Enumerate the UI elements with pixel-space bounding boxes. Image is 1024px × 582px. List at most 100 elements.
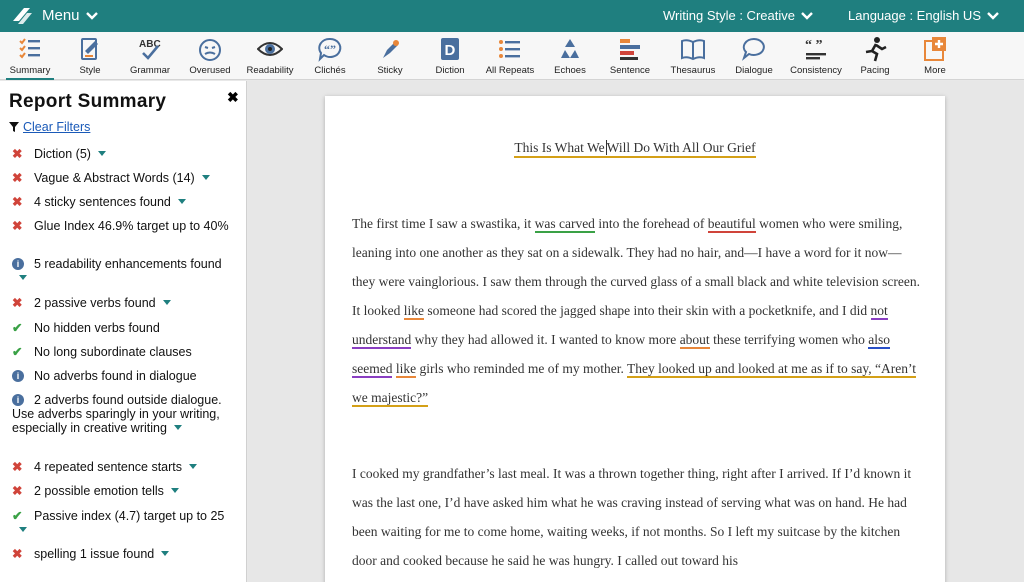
check-icon: ✔ [12,345,23,359]
language-dropdown[interactable]: Language : English US [848,8,999,23]
report-item[interactable]: ✖ Vague & Abstract Words (14) [12,171,234,185]
tool-label: Pacing [860,65,890,76]
info-icon: i [12,258,24,270]
report-item[interactable]: ✔ No long subordinate clauses [12,345,234,359]
report-item[interactable]: ✔ No hidden verbs found [12,321,234,335]
menu-button[interactable]: Menu [42,7,98,24]
diction-icon: D [441,38,459,60]
report-item[interactable]: ✖ Glue Index 46.9% target up to 40% [12,219,234,233]
highlighted-phrase[interactable]: like [395,361,417,378]
editor-area: This Is What We Will Do With All Our Grie… [248,81,1024,582]
error-icon: ✖ [12,147,23,161]
caret-down-icon[interactable] [201,175,210,180]
close-icon[interactable]: ✖ [227,89,239,106]
info-icon: i [12,370,24,382]
tool-more[interactable]: More [905,32,965,80]
tool-sentence[interactable]: Sentence [600,32,660,80]
title-part: This Is What We [514,140,605,155]
tool-cliches[interactable]: “” Clichés [300,32,360,80]
writing-style-label: Writing Style : Creative [663,8,795,23]
highlighted-phrase[interactable]: was carved [534,216,595,233]
highlighted-phrase[interactable]: seemed [352,361,393,378]
info-icon: i [12,394,24,406]
tool-summary[interactable]: Summary [0,32,60,80]
highlighted-phrase[interactable]: about [679,332,710,349]
report-item[interactable]: i2 adverbs found outside dialogue. Use a… [12,393,234,435]
text-segment: why they had allowed it. I wanted to kno… [411,332,680,347]
document-page[interactable]: This Is What We Will Do With All Our Grie… [325,96,945,582]
caret-down-icon[interactable] [19,527,27,532]
report-item[interactable]: ✔ Passive index (4.7) target up to 25 [12,509,234,537]
report-item-text: No adverbs found in dialogue [34,369,197,383]
report-item[interactable]: i 5 readability enhancements found [12,257,234,285]
check-icon: ✔ [12,321,23,335]
report-item[interactable]: ✖ Diction (5) [12,147,234,161]
consistency-icon: “ ” [805,38,826,60]
caret-down-icon[interactable] [189,464,198,469]
tool-label: Clichés [314,65,346,76]
tool-echoes[interactable]: Echoes [540,32,600,80]
report-item-text: Vague & Abstract Words (14) [34,171,195,185]
tool-pacing[interactable]: Pacing [845,32,905,80]
caret-down-icon[interactable] [177,199,186,204]
report-item[interactable]: ✖ 2 possible emotion tells [12,484,234,498]
paragraph[interactable]: I cooked my grandfather’s last meal. It … [352,459,922,575]
error-icon: ✖ [12,460,23,474]
document-title[interactable]: This Is What We Will Do With All Our Grie… [325,140,945,158]
tool-readability[interactable]: Readability [240,32,300,80]
highlighted-phrase[interactable]: beautiful [707,216,756,233]
report-item-text: Glue Index 46.9% target up to 40% [34,219,229,233]
writing-style-dropdown[interactable]: Writing Style : Creative [663,8,813,23]
report-item-text: 4 repeated sentence starts [34,460,183,474]
report-item[interactable]: i No adverbs found in dialogue [12,369,234,383]
report-item-text: 2 possible emotion tells [34,484,164,498]
report-item[interactable]: ✖ 4 repeated sentence starts [12,460,234,474]
caret-down-icon[interactable] [162,300,171,305]
report-item[interactable]: ✖ 4 sticky sentences found [12,195,234,209]
highlighted-phrase[interactable]: like [403,303,424,320]
report-item[interactable]: ✖ spelling 1 issue found [12,547,234,561]
text-segment: into the forehead of [594,216,708,231]
caret-down-icon[interactable] [170,488,179,493]
error-icon: ✖ [12,547,23,561]
tool-label: Dialogue [735,65,773,76]
filter-row: Clear Filters [9,120,90,134]
tool-style[interactable]: Style [60,32,120,80]
tool-label: Readability [246,65,294,76]
tool-sticky[interactable]: Sticky [360,32,420,80]
tool-grammar[interactable]: ABC Grammar [120,32,180,80]
caret-down-icon[interactable] [173,425,182,430]
sentence-icon [620,39,640,60]
check-icon: ✔ [12,509,23,523]
sticky-icon [383,40,399,58]
echoes-icon [561,39,579,58]
overused-icon [199,39,221,61]
tool-overused[interactable]: Overused [180,32,240,80]
report-item[interactable]: ✖ 2 passive verbs found [12,296,234,310]
caret-down-icon[interactable] [19,275,27,280]
report-item-text: 2 adverbs found outside dialogue. Use ad… [12,393,222,435]
tool-diction[interactable]: D Diction [420,32,480,80]
clear-filters-link[interactable]: Clear Filters [23,120,90,134]
paragraph[interactable]: The first time I saw a swastika, it was … [352,209,922,412]
tool-label: Sentence [609,65,651,76]
report-item-text: No long subordinate clauses [34,345,192,359]
chevron-down-icon [801,11,813,20]
highlighted-phrase[interactable]: also [868,332,891,349]
caret-down-icon[interactable] [97,151,106,156]
caret-down-icon[interactable] [161,551,170,556]
error-icon: ✖ [12,195,23,209]
report-item-text: 2 passive verbs found [34,296,156,310]
tool-all-repeats[interactable]: All Repeats [480,32,540,80]
tool-thesaurus[interactable]: Thesaurus [663,32,723,80]
thesaurus-icon [681,39,705,61]
tool-dialogue[interactable]: Dialogue [724,32,784,80]
svg-text:D: D [445,42,456,59]
report-item-text: Diction (5) [34,147,91,161]
all-repeats-icon [499,40,520,58]
text-segment: girls who reminded me of my mother. [416,361,627,376]
tool-consistency[interactable]: “ ” Consistency [786,32,846,80]
error-icon: ✖ [12,484,23,498]
cliches-icon: “” [318,37,342,62]
pacing-icon [865,37,887,62]
